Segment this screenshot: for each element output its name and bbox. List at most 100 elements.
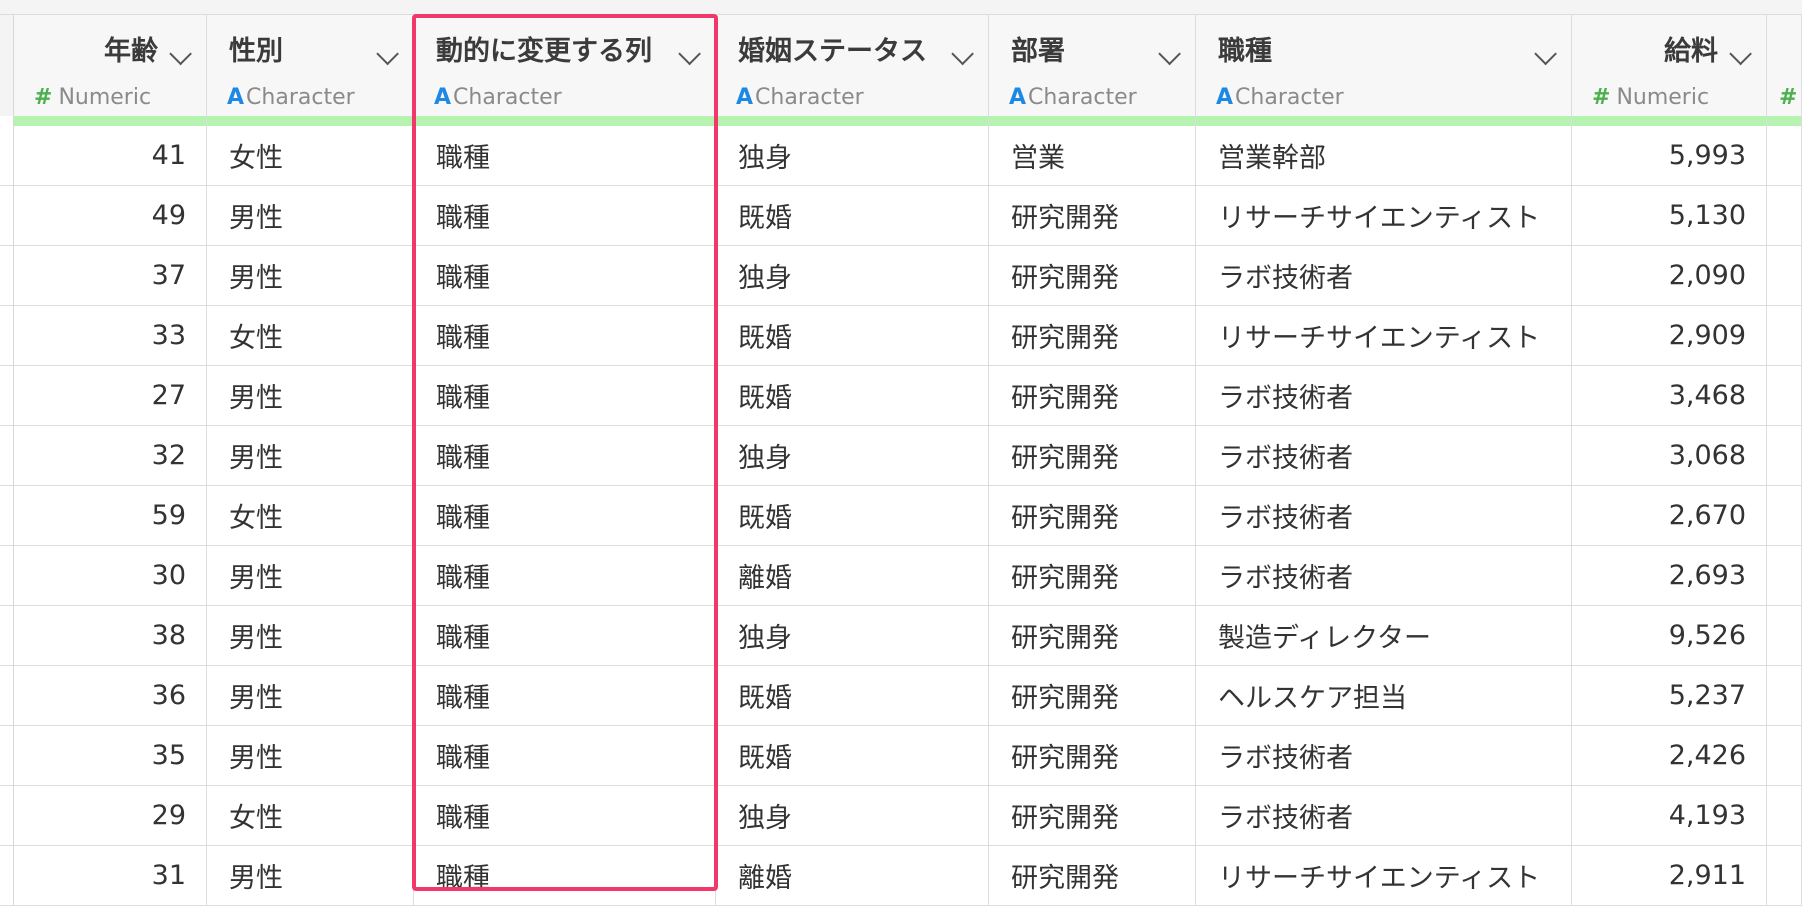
table-cell[interactable]: 女性 [207, 306, 414, 366]
table-cell[interactable]: ヘルスケア担当 [1196, 666, 1572, 726]
table-cell[interactable]: 職種 [414, 486, 716, 546]
table-cell[interactable]: 研究開発 [989, 306, 1196, 366]
table-cell[interactable]: 35 [14, 726, 207, 786]
table-cell[interactable]: 2,670 [1572, 486, 1767, 546]
table-cell[interactable]: 男性 [207, 366, 414, 426]
table-cell-partial[interactable] [1767, 786, 1802, 846]
table-cell[interactable]: 研究開発 [989, 786, 1196, 846]
table-cell[interactable]: 営業 [989, 126, 1196, 186]
table-cell[interactable]: 男性 [207, 186, 414, 246]
table-cell[interactable]: 女性 [207, 486, 414, 546]
table-cell-partial[interactable] [1767, 366, 1802, 426]
table-cell[interactable]: 離婚 [716, 846, 989, 906]
table-cell[interactable]: 59 [14, 486, 207, 546]
table-cell[interactable]: 男性 [207, 846, 414, 906]
table-cell[interactable]: 研究開発 [989, 606, 1196, 666]
table-cell[interactable]: 男性 [207, 606, 414, 666]
table-cell[interactable]: 33 [14, 306, 207, 366]
table-cell[interactable]: 男性 [207, 546, 414, 606]
table-cell[interactable]: 女性 [207, 786, 414, 846]
table-cell[interactable]: 2,909 [1572, 306, 1767, 366]
table-cell[interactable]: リサーチサイエンティスト [1196, 306, 1572, 366]
table-cell[interactable]: 2,426 [1572, 726, 1767, 786]
table-cell[interactable]: 研究開発 [989, 666, 1196, 726]
table-cell[interactable]: 2,693 [1572, 546, 1767, 606]
table-cell[interactable]: 既婚 [716, 306, 989, 366]
table-cell[interactable]: ラボ技術者 [1196, 486, 1572, 546]
table-cell[interactable]: 31 [14, 846, 207, 906]
table-cell[interactable]: 男性 [207, 666, 414, 726]
table-cell[interactable]: ラボ技術者 [1196, 546, 1572, 606]
table-cell[interactable]: 独身 [716, 786, 989, 846]
table-cell[interactable]: 既婚 [716, 186, 989, 246]
table-cell[interactable]: ラボ技術者 [1196, 426, 1572, 486]
column-header[interactable]: 職種 ACharacter [1196, 15, 1572, 116]
table-cell[interactable]: 独身 [716, 606, 989, 666]
table-cell[interactable]: 独身 [716, 426, 989, 486]
table-cell[interactable]: 5,993 [1572, 126, 1767, 186]
chevron-down-icon[interactable] [1158, 42, 1181, 66]
table-cell[interactable]: ラボ技術者 [1196, 366, 1572, 426]
column-header[interactable]: 年齢 # Numeric [14, 15, 207, 116]
chevron-down-icon[interactable] [678, 42, 701, 66]
table-cell-partial[interactable] [1767, 186, 1802, 246]
table-cell-partial[interactable] [1767, 306, 1802, 366]
table-cell[interactable]: 研究開発 [989, 726, 1196, 786]
table-cell[interactable]: 離婚 [716, 546, 989, 606]
table-cell[interactable]: 4,193 [1572, 786, 1767, 846]
table-cell[interactable]: 職種 [414, 726, 716, 786]
table-cell[interactable]: 既婚 [716, 486, 989, 546]
table-cell[interactable]: 9,526 [1572, 606, 1767, 666]
column-header[interactable]: 性別 ACharacter [207, 15, 414, 116]
table-cell[interactable]: 職種 [414, 246, 716, 306]
table-cell[interactable]: 研究開発 [989, 486, 1196, 546]
table-cell[interactable]: ラボ技術者 [1196, 246, 1572, 306]
column-header[interactable]: 給料 # Numeric [1572, 15, 1767, 116]
table-cell[interactable]: 27 [14, 366, 207, 426]
table-cell[interactable]: 3,468 [1572, 366, 1767, 426]
table-cell[interactable]: 女性 [207, 126, 414, 186]
chevron-down-icon[interactable] [1729, 42, 1752, 66]
table-cell[interactable]: 3,068 [1572, 426, 1767, 486]
table-cell-partial[interactable] [1767, 846, 1802, 906]
table-cell[interactable]: 職種 [414, 186, 716, 246]
table-cell[interactable]: 研究開発 [989, 246, 1196, 306]
table-cell[interactable]: 5,237 [1572, 666, 1767, 726]
table-cell-partial[interactable] [1767, 486, 1802, 546]
table-cell[interactable]: 男性 [207, 246, 414, 306]
table-cell[interactable]: 独身 [716, 246, 989, 306]
column-header[interactable]: 婚姻ステータス ACharacter [716, 15, 989, 116]
table-cell[interactable]: 既婚 [716, 666, 989, 726]
table-cell-partial[interactable] [1767, 426, 1802, 486]
table-cell-partial[interactable] [1767, 606, 1802, 666]
table-cell[interactable]: 2,090 [1572, 246, 1767, 306]
table-cell[interactable]: 職種 [414, 366, 716, 426]
table-cell[interactable]: 男性 [207, 726, 414, 786]
table-cell[interactable]: 5,130 [1572, 186, 1767, 246]
table-cell[interactable]: 職種 [414, 426, 716, 486]
column-header-partial[interactable]: # [1767, 15, 1802, 116]
table-cell[interactable]: 41 [14, 126, 207, 186]
table-cell[interactable]: 49 [14, 186, 207, 246]
table-cell[interactable]: ラボ技術者 [1196, 786, 1572, 846]
table-cell[interactable]: 研究開発 [989, 426, 1196, 486]
table-cell[interactable]: 37 [14, 246, 207, 306]
table-cell[interactable]: 32 [14, 426, 207, 486]
chevron-down-icon[interactable] [169, 42, 192, 66]
chevron-down-icon[interactable] [1534, 42, 1557, 66]
table-cell[interactable]: 研究開発 [989, 546, 1196, 606]
table-cell[interactable]: 既婚 [716, 726, 989, 786]
column-header[interactable]: 動的に変更する列 ACharacter [414, 15, 716, 116]
chevron-down-icon[interactable] [376, 42, 399, 66]
table-cell[interactable]: 職種 [414, 786, 716, 846]
table-cell[interactable]: ラボ技術者 [1196, 726, 1572, 786]
column-header[interactable]: 部署 ACharacter [989, 15, 1196, 116]
table-cell[interactable]: 研究開発 [989, 186, 1196, 246]
table-cell[interactable]: 製造ディレクター [1196, 606, 1572, 666]
table-cell[interactable]: 研究開発 [989, 366, 1196, 426]
table-cell-partial[interactable] [1767, 246, 1802, 306]
table-cell[interactable]: 職種 [414, 126, 716, 186]
table-cell[interactable]: 職種 [414, 306, 716, 366]
table-cell[interactable]: 職種 [414, 546, 716, 606]
table-cell[interactable]: 2,911 [1572, 846, 1767, 906]
